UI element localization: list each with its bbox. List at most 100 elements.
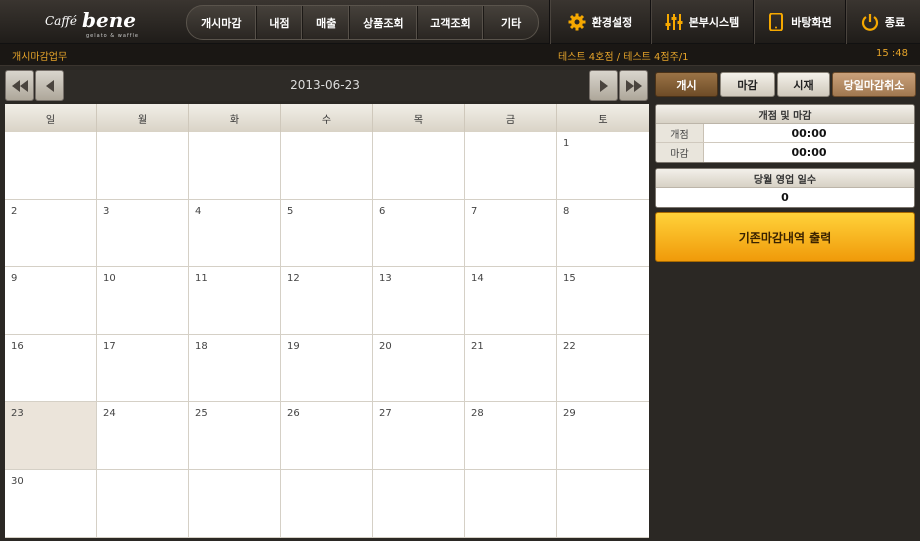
action-tabs: 개시 마감 시재 당일마감취소 bbox=[655, 72, 916, 97]
desktop-button[interactable]: 바탕화면 bbox=[753, 0, 845, 44]
double-left-icon bbox=[11, 79, 28, 92]
left-arrow-icon bbox=[45, 79, 54, 92]
double-right-icon bbox=[625, 79, 642, 92]
calendar-day[interactable]: 8 bbox=[557, 200, 649, 268]
prev-month-button[interactable] bbox=[5, 70, 34, 101]
tab-cancel-close[interactable]: 당일마감취소 bbox=[832, 72, 916, 97]
calendar: 일 월 화 수 목 금 토 1 2 3 4 5 6 7 8 9 10 11 12 13 14 15 16 17 1… bbox=[5, 104, 649, 538]
next-day-button[interactable] bbox=[589, 70, 618, 101]
desktop-label: 바탕화면 bbox=[791, 16, 832, 29]
calendar-day[interactable]: 9 bbox=[5, 267, 97, 335]
calendar-day[interactable]: 16 bbox=[5, 334, 97, 403]
calendar-empty-cell bbox=[97, 469, 189, 538]
calendar-day[interactable]: 6 bbox=[373, 199, 465, 268]
status-bar: 개시마감업무 테스트 4호점 / 테스트 4점주/1 15 :48 bbox=[0, 44, 920, 66]
weekday-mon: 월 bbox=[97, 104, 189, 132]
calendar-day[interactable]: 4 bbox=[189, 199, 281, 268]
nav-open-close[interactable]: 개시마감 bbox=[187, 6, 257, 39]
weekday-fri: 금 bbox=[465, 104, 557, 132]
open-close-title: 개점 및 마감 bbox=[656, 105, 914, 124]
right-arrow-icon bbox=[599, 79, 608, 92]
print-history-button[interactable]: 기존마감내역 출력 bbox=[655, 212, 915, 262]
tab-open[interactable]: 개시 bbox=[655, 72, 718, 97]
exit-button[interactable]: 종료 bbox=[845, 0, 920, 44]
calendar-day[interactable]: 3 bbox=[97, 199, 189, 268]
nav-visit[interactable]: 내점 bbox=[257, 6, 304, 39]
hq-system-button[interactable]: 본부시스템 bbox=[650, 0, 753, 44]
calendar-day[interactable]: 10 bbox=[97, 267, 189, 335]
open-close-box: 개점 및 마감 개점 00:00 마감 00:00 bbox=[655, 104, 915, 163]
calendar-empty-cell bbox=[465, 469, 557, 538]
calendar-day[interactable]: 5 bbox=[281, 199, 373, 268]
calendar-empty-cell bbox=[373, 132, 465, 200]
calendar-empty-cell bbox=[281, 469, 373, 538]
next-month-button[interactable] bbox=[619, 70, 648, 101]
hq-system-label: 본부시스템 bbox=[688, 16, 740, 29]
calendar-nav: 2013-06-23 bbox=[5, 70, 649, 101]
calendar-empty-cell bbox=[189, 469, 281, 538]
calendar-day[interactable]: 24 bbox=[97, 402, 189, 470]
calendar-grid: 1 2 3 4 5 6 7 8 9 10 11 12 13 14 15 16 17 18 19 20 21 22 23 24 2… bbox=[5, 132, 649, 538]
nav-product-search[interactable]: 상품조회 bbox=[350, 6, 418, 39]
calendar-day[interactable]: 12 bbox=[281, 267, 373, 335]
nav-sales[interactable]: 매출 bbox=[303, 6, 351, 39]
prev-day-button[interactable] bbox=[35, 70, 64, 101]
calendar-day[interactable]: 30 bbox=[5, 469, 97, 538]
exit-label: 종료 bbox=[884, 16, 906, 29]
business-days-value: 0 bbox=[656, 188, 914, 207]
calendar-empty-cell bbox=[5, 132, 97, 200]
nav-customer-search[interactable]: 고객조회 bbox=[418, 6, 485, 39]
calendar-day[interactable]: 26 bbox=[281, 402, 373, 470]
tablet-icon bbox=[767, 12, 785, 32]
weekday-sun: 일 bbox=[5, 104, 97, 132]
open-label: 개점 bbox=[656, 124, 704, 142]
store-info: 테스트 4호점 / 테스트 4점주/1 bbox=[558, 52, 689, 63]
calendar-day[interactable]: 15 bbox=[557, 267, 649, 335]
calendar-day[interactable]: 28 bbox=[465, 402, 557, 470]
calendar-day[interactable]: 17 bbox=[97, 334, 189, 403]
calendar-day[interactable]: 19 bbox=[281, 334, 373, 403]
business-days-box: 당월 영업 일수 0 bbox=[655, 168, 915, 208]
weekday-tue: 화 bbox=[189, 104, 281, 132]
nav-etc[interactable]: 기타 bbox=[484, 6, 538, 39]
logo-text-caffe: Caffé bbox=[45, 14, 77, 28]
calendar-day[interactable]: 14 bbox=[465, 267, 557, 335]
calendar-day[interactable]: 11 bbox=[189, 267, 281, 335]
weekday-thu: 목 bbox=[373, 104, 465, 132]
calendar-day[interactable]: 25 bbox=[189, 402, 281, 470]
calendar-empty-cell bbox=[557, 470, 649, 538]
calendar-date: 2013-06-23 bbox=[290, 78, 360, 92]
settings-label: 환경설정 bbox=[591, 16, 633, 29]
power-icon bbox=[861, 13, 879, 31]
logo-tagline: gelato & waffle bbox=[86, 33, 139, 39]
main-nav: 개시마감 내점 매출 상품조회 고객조회 기타 bbox=[186, 5, 539, 40]
calendar-day[interactable]: 23 bbox=[5, 402, 97, 470]
open-row: 개점 00:00 bbox=[656, 124, 914, 143]
sliders-icon bbox=[665, 13, 683, 31]
calendar-day[interactable]: 27 bbox=[373, 402, 465, 470]
calendar-day[interactable]: 20 bbox=[373, 334, 465, 403]
calendar-day[interactable]: 13 bbox=[373, 267, 465, 335]
tab-cash[interactable]: 시재 bbox=[777, 72, 830, 97]
close-label: 마감 bbox=[656, 143, 704, 162]
calendar-day[interactable]: 21 bbox=[465, 334, 557, 403]
calendar-day[interactable]: 7 bbox=[465, 199, 557, 268]
calendar-day[interactable]: 22 bbox=[557, 335, 649, 403]
weekday-header: 일 월 화 수 목 금 토 bbox=[5, 104, 649, 132]
open-time: 00:00 bbox=[704, 124, 914, 142]
calendar-day[interactable]: 1 bbox=[557, 132, 649, 200]
calendar-day[interactable]: 18 bbox=[189, 334, 281, 403]
weekday-sat: 토 bbox=[598, 114, 608, 126]
calendar-empty-cell bbox=[465, 132, 557, 200]
logo-text-bene: bene bbox=[82, 8, 136, 32]
calendar-day[interactable]: 2 bbox=[5, 199, 97, 268]
settings-button[interactable]: 환경설정 bbox=[549, 0, 650, 44]
close-row: 마감 00:00 bbox=[656, 143, 914, 162]
tab-close[interactable]: 마감 bbox=[720, 72, 775, 97]
calendar-empty-cell bbox=[281, 132, 373, 200]
top-bar: Caffé bene gelato & waffle 개시마감 내점 매출 상품… bbox=[0, 0, 920, 44]
calendar-day[interactable]: 29 bbox=[557, 402, 649, 470]
calendar-empty-cell bbox=[189, 132, 281, 200]
calendar-empty-cell bbox=[97, 132, 189, 200]
clock: 15 :48 bbox=[876, 48, 908, 59]
